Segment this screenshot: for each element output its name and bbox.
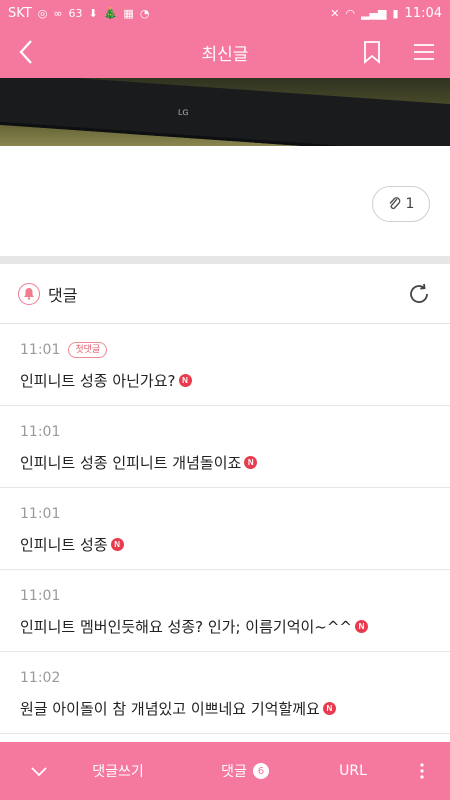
- wifi-icon: ◠: [345, 6, 356, 20]
- mute-icon: ✕: [330, 6, 340, 20]
- attachment-button[interactable]: 1: [372, 186, 430, 222]
- comment-time: 11:01: [20, 588, 61, 604]
- comment-text: 인피니트 성종 인피니트 개념돌이죠: [20, 454, 242, 472]
- post-footer: 1: [0, 146, 450, 256]
- app-header: 최신글: [0, 26, 450, 78]
- paperclip-icon: [389, 197, 400, 210]
- download-icon: ⬇: [88, 6, 98, 20]
- comment-time: 11:01: [20, 342, 61, 358]
- app-notification-icon: ▦: [123, 6, 134, 20]
- tv-brand-text: LG: [177, 107, 189, 118]
- comment-text: 인피니트 멤버인듯해요 성종? 인가; 이름기억이~^^: [20, 618, 352, 636]
- clock: 11:04: [404, 5, 442, 21]
- comment-list: 11:01 첫댓글 인피니트 성종 아닌가요? N 11:01 인피니트 성종 …: [0, 324, 450, 734]
- comment-item[interactable]: 11:02 원글 아이돌이 참 개념있고 이쁘네요 기억할께요 N: [0, 652, 450, 734]
- more-button[interactable]: [402, 742, 442, 800]
- comment-text: 원글 아이돌이 참 개념있고 이쁘네요 기억할께요: [20, 700, 320, 718]
- post-image: LG: [0, 78, 450, 146]
- menu-button[interactable]: [398, 26, 450, 78]
- url-button[interactable]: URL: [318, 742, 388, 800]
- back-button[interactable]: [0, 26, 52, 78]
- comment-text: 인피니트 성종: [20, 536, 108, 554]
- comment-item[interactable]: 11:01 인피니트 성종 N: [0, 488, 450, 570]
- attachment-count: 1: [405, 196, 415, 212]
- comment-time: 11:02: [20, 670, 61, 686]
- bookmark-icon: [364, 41, 380, 64]
- comment-item[interactable]: 11:01 인피니트 멤버인듯해요 성종? 인가; 이름기억이~^^ N: [0, 570, 450, 652]
- new-badge: N: [178, 374, 192, 387]
- collapse-button[interactable]: [0, 742, 78, 800]
- bottom-bar: 댓글쓰기 댓글 6 URL: [0, 742, 450, 800]
- comment-text: 인피니트 성종 아닌가요?: [20, 372, 176, 390]
- new-badge: N: [355, 620, 368, 633]
- comment-item[interactable]: 11:01 인피니트 성종 인피니트 개념돌이죠 N: [0, 406, 450, 488]
- ring-icon: ◎: [37, 6, 48, 20]
- back-icon: [19, 40, 32, 64]
- comment-time: 11:01: [20, 506, 61, 522]
- chevron-down-icon: [31, 767, 47, 777]
- bell-icon[interactable]: [18, 282, 40, 305]
- refresh-button[interactable]: [406, 281, 432, 307]
- refresh-icon: [410, 283, 428, 303]
- comments-count-badge: 6: [252, 763, 269, 779]
- battery-icon: ▮: [392, 6, 399, 20]
- carrier-label: SKT: [8, 5, 32, 21]
- tree-icon: 🎄: [103, 6, 118, 20]
- section-divider: [0, 256, 450, 264]
- comments-button[interactable]: 댓글 6: [190, 742, 300, 800]
- status-bar: SKT ◎ ∞ 63 ⬇ 🎄 ▦ ◔ ✕ ◠ ▂▄▆ ▮ 11:04: [0, 0, 450, 26]
- comments-title: 댓글: [48, 285, 78, 305]
- comments-header: 댓글: [0, 264, 450, 324]
- new-badge: N: [244, 456, 258, 469]
- write-comment-button[interactable]: 댓글쓰기: [78, 742, 158, 800]
- chat-notification-icon: ◔: [139, 6, 150, 20]
- more-vertical-icon: [420, 763, 424, 779]
- new-badge: N: [110, 538, 124, 551]
- tv-shape: [0, 78, 450, 146]
- comment-time: 11:01: [20, 424, 61, 440]
- link-icon: ∞: [53, 6, 63, 20]
- notification-count: 63: [68, 6, 83, 20]
- comment-item[interactable]: 11:01 첫댓글 인피니트 성종 아닌가요? N: [0, 324, 450, 406]
- new-badge: N: [322, 702, 336, 715]
- comments-button-label: 댓글: [221, 764, 247, 780]
- signal-icon: ▂▄▆: [361, 6, 387, 20]
- bookmark-button[interactable]: [346, 26, 398, 78]
- first-comment-badge: 첫댓글: [68, 342, 108, 358]
- menu-icon: [414, 44, 434, 60]
